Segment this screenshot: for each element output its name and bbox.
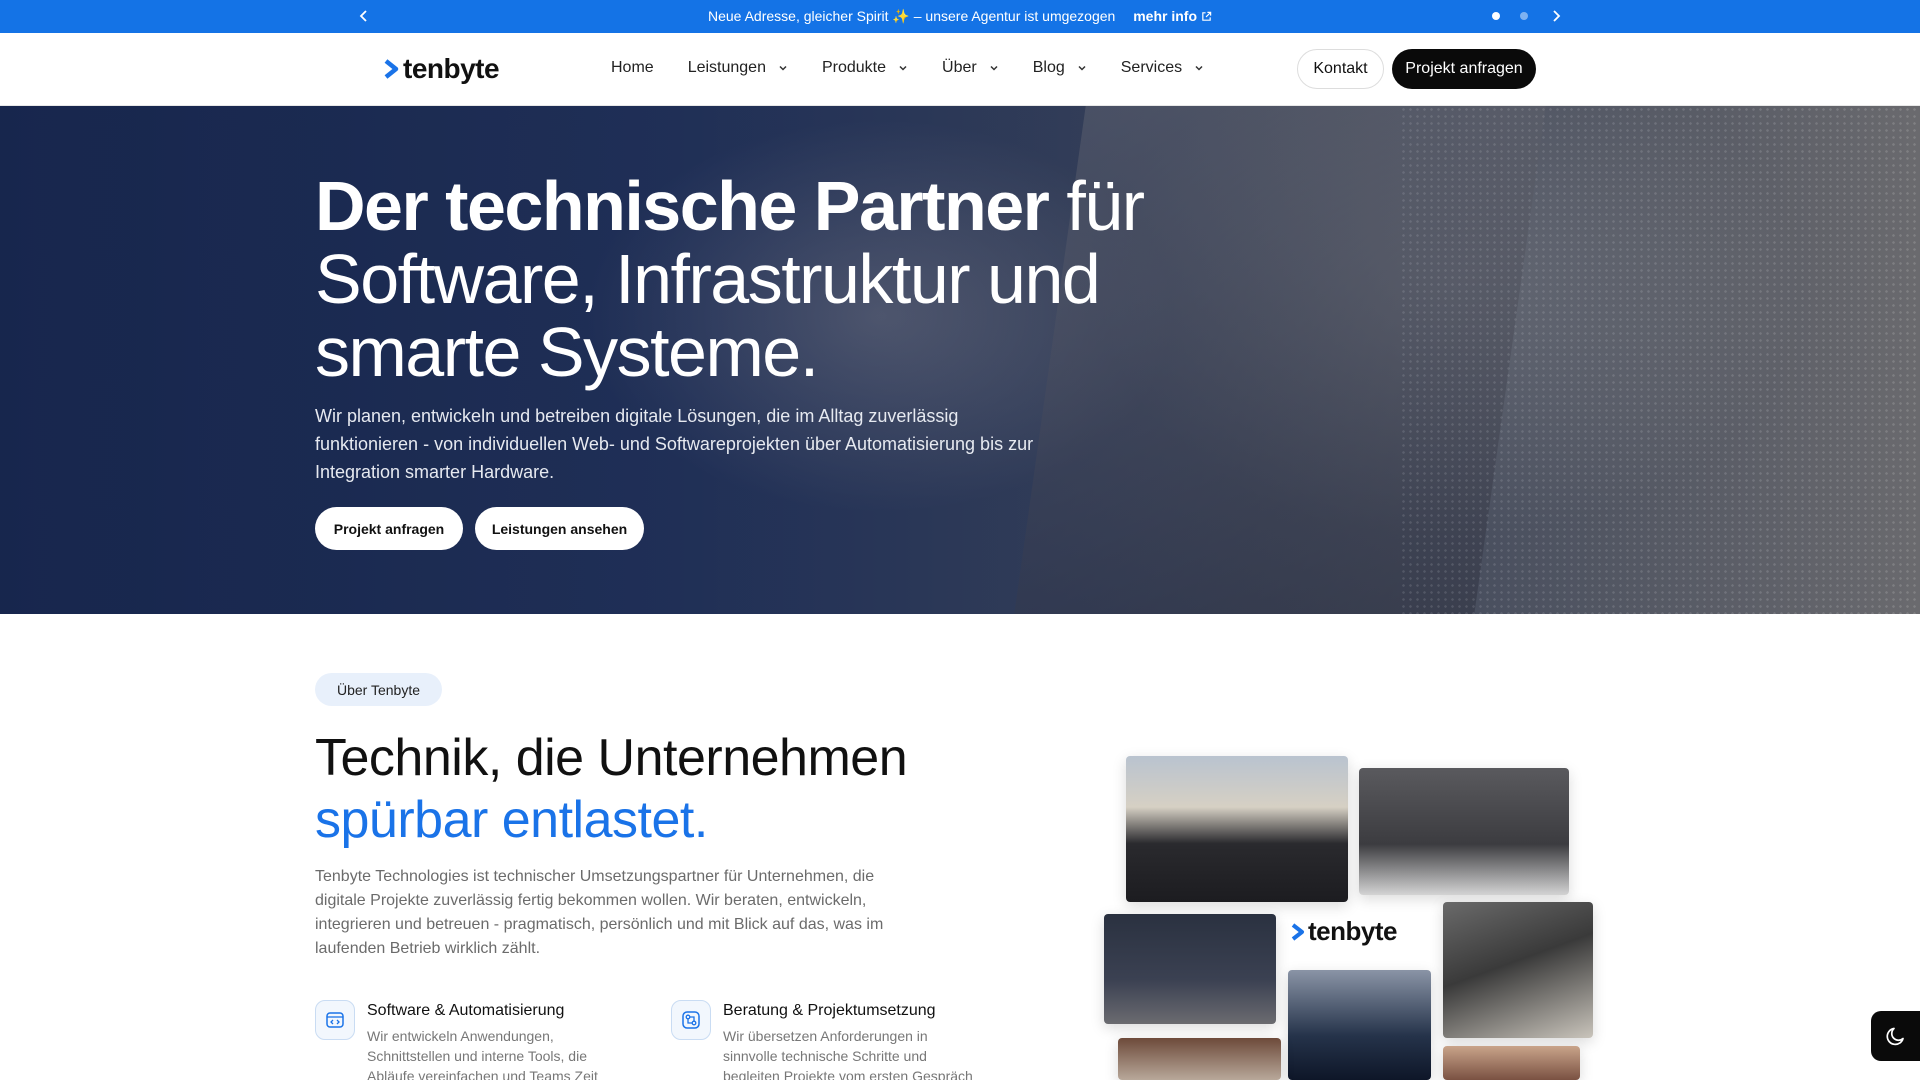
moon-icon [1885,1027,1904,1046]
request-project-button[interactable]: Projekt anfragen [1392,49,1536,89]
chevron-down-icon [1078,65,1086,71]
logo-text: tenbyte [403,53,500,84]
about-heading-line1: Technik, die Unternehmen [315,729,908,787]
presentation-photo [1104,914,1276,1024]
nav-label: Produkte [821,59,887,76]
nav-item-ueber[interactable]: Über [942,59,999,77]
announcement-bar: Neue Adresse, gleicher Spirit ✨ – unsere… [0,0,1920,33]
nav-item-home[interactable]: Home [611,59,654,77]
nav-item-produkte[interactable]: Produkte [822,59,908,77]
nav-item-blog[interactable]: Blog [1033,59,1087,77]
chevron-down-icon [779,65,787,71]
about-heading: Technik, die Unternehmen spürbar entlast… [315,727,908,851]
section-badge: Über Tenbyte [315,673,442,706]
dark-mode-toggle[interactable] [1871,1011,1920,1061]
nav-item-leistungen[interactable]: Leistungen [688,59,788,77]
workflow-icon [682,1011,700,1029]
more-info-label: mehr info [1133,8,1197,24]
chevron-down-icon [899,65,907,71]
about-text: Tenbyte Technologies ist technischer Ums… [315,868,884,957]
nav-item-services[interactable]: Services [1121,59,1204,77]
contact-button[interactable]: Kontakt [1297,49,1384,89]
nav-label: Leistungen [687,59,766,76]
announcement-dot-1[interactable] [1492,12,1500,20]
announcement-next-button[interactable] [1546,6,1566,26]
hero-title: Der technische Partner für Software, Inf… [315,170,1175,389]
feature-text: Wir übersetzen Anforderungen in sinnvoll… [723,1028,973,1080]
chevron-down-icon [1195,65,1203,71]
main-nav: Home Leistungen Produkte Über Blog Servi… [611,59,1238,77]
nav-label: Home [611,59,654,76]
site-logo[interactable]: tenbyte [383,52,500,86]
chevron-right-icon [1553,10,1561,22]
logo-chevron-icon [1291,922,1304,941]
nav-label: Services [1120,59,1183,76]
nav-label: Über [942,59,977,76]
server-rack-photo [1288,970,1431,1080]
about-heading-highlight: spürbar entlastet. [315,791,708,849]
nav-label: Blog [1032,59,1065,76]
announcement-dot-2[interactable] [1520,12,1528,20]
feature-title: Software & Automatisierung [367,1002,565,1019]
collage-logo-text: tenbyte [1308,916,1397,946]
hero-section: Der technische Partner für Software, Inf… [0,106,1920,614]
feature-text: Wir entwickeln Anwendungen, Schnittstell… [367,1028,598,1080]
hero-text: Wir planen, entwickeln und betreiben dig… [315,406,1034,482]
feature-icon-box [315,1000,355,1040]
collage-logo: tenbyte [1290,916,1397,947]
site-header: tenbyte Home Leistungen Produkte Über Bl… [0,33,1920,106]
team-photo-office [1359,768,1569,895]
announcement-more-link[interactable]: mehr info [1133,8,1212,24]
workshop-photo [1118,1038,1281,1080]
announcement-text: Neue Adresse, gleicher Spirit ✨ – unsere… [708,8,1116,24]
feature-title: Beratung & Projektumsetzung [723,1002,936,1019]
code-window-icon [326,1012,344,1028]
announcement-message: Neue Adresse, gleicher Spirit ✨ – unsere… [0,8,1920,25]
team-photo-small [1443,1046,1580,1080]
external-link-icon [1202,11,1212,21]
hero-title-bold: Der technische Partner [315,167,1050,245]
hero-services-button[interactable]: Leistungen ansehen [475,507,644,550]
feature-icon-box [671,1000,711,1040]
hero-request-button[interactable]: Projekt anfragen [315,507,463,550]
logo-chevron-icon [384,59,399,79]
chevron-down-icon [990,65,998,71]
team-member-photo [1443,902,1593,1038]
team-photo-event [1126,756,1348,902]
